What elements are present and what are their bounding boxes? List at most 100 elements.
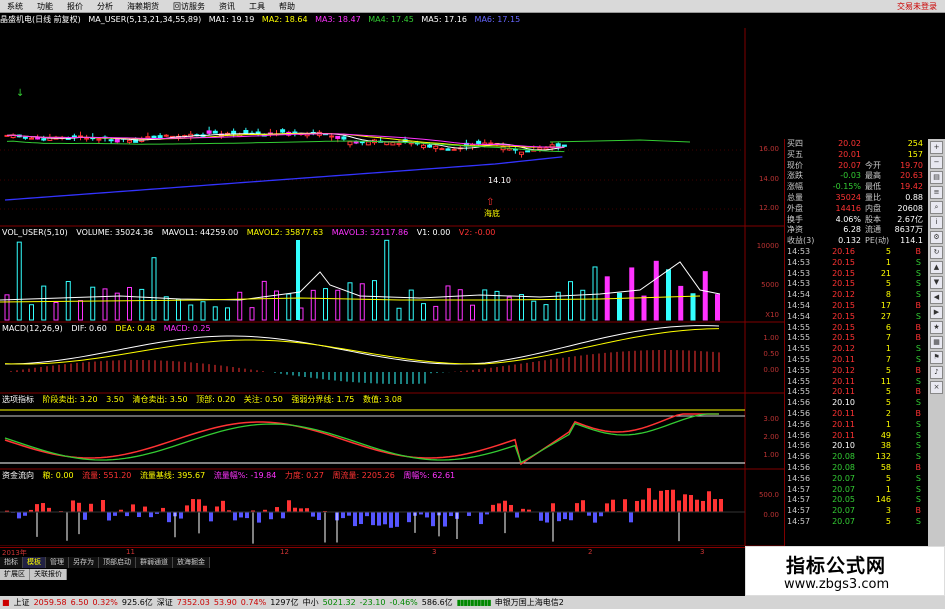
candle-body: [145, 136, 151, 139]
candle-body: [451, 148, 457, 151]
candle-body: [439, 148, 445, 151]
right-icon[interactable]: ▶: [930, 306, 943, 319]
fund-bar: [695, 499, 699, 512]
broker-server[interactable]: 申银万国上海电信2: [495, 597, 564, 608]
zx-label[interactable]: 中小: [303, 597, 319, 608]
tick-volume: 1: [885, 344, 891, 354]
list-icon[interactable]: ≡: [930, 186, 943, 199]
fund-bar: [71, 500, 75, 512]
search-icon[interactable]: ⌕: [930, 201, 943, 214]
candle-body: [445, 148, 451, 151]
volume-bar: [641, 295, 647, 321]
quote-value: 20.01: [838, 149, 861, 159]
fund-bar: [665, 490, 669, 512]
grid-icon[interactable]: ▦: [930, 336, 943, 349]
app-window: 系统 功能 报价 分析 海赖期货 回访服务 资讯 工具 帮助 交易未登录 晶盛机…: [0, 0, 945, 609]
tick-side: S: [915, 398, 921, 408]
selection-title: 选项指标 阶段卖出: 3.20 3.50 清仓卖出: 3.50 顶部: 0.20…: [2, 395, 408, 405]
vol-tick-x10: X10: [765, 311, 779, 319]
volume-bar: [212, 306, 218, 321]
volume-bar: [506, 296, 512, 321]
sh-label[interactable]: 上证: [14, 597, 30, 608]
tick-price: 20.10: [832, 398, 855, 408]
tab-weak-channel[interactable]: 群弱通道: [136, 557, 173, 568]
tick-time: 14:54: [787, 300, 811, 310]
quote-label2: 最低: [865, 182, 881, 192]
fund-bar: [641, 499, 645, 512]
vol-volume: VOLUME: 35024.36: [76, 228, 154, 237]
bell-icon[interactable]: ♪: [930, 366, 943, 379]
volume-bar: [16, 241, 22, 321]
left-icon[interactable]: ◀: [930, 291, 943, 304]
fund-bar: [203, 505, 207, 512]
fund-bar: [581, 500, 585, 512]
down-icon[interactable]: ▼: [930, 276, 943, 289]
fund-bar: [575, 503, 579, 512]
tick-time: 14:56: [787, 398, 811, 408]
tick-time: 14:55: [787, 344, 811, 354]
tick-price: 20.10: [832, 441, 855, 451]
volume-bar: [261, 280, 267, 321]
tab-extension[interactable]: 扩展区: [0, 569, 30, 580]
chart-icon[interactable]: ▤: [930, 171, 943, 184]
tick-volume: 5: [885, 516, 891, 526]
tick-side: B: [915, 506, 922, 516]
sh-pct: 0.32%: [92, 598, 118, 607]
volume-bar: [396, 307, 402, 321]
tick-side: B: [915, 333, 922, 343]
tick-side: S: [915, 354, 921, 364]
tick-side: S: [915, 441, 921, 451]
volume-bar: [617, 292, 622, 321]
tick-side: S: [915, 430, 921, 440]
fund-tick-0: 0.00: [763, 511, 779, 519]
tick-price: 20.12: [832, 365, 855, 375]
flag-icon[interactable]: ⚑: [930, 351, 943, 364]
zoom-in-icon[interactable]: +: [930, 141, 943, 154]
refresh-icon[interactable]: ↻: [930, 246, 943, 259]
tab-indicator[interactable]: 指标: [0, 557, 23, 568]
tab-related-quote[interactable]: 关联报价: [30, 569, 67, 580]
kline-chart-canvas[interactable]: ⇧: [0, 0, 784, 546]
info-icon[interactable]: i: [930, 216, 943, 229]
tick-volume: 5: [885, 398, 891, 408]
volume-bar: [421, 303, 426, 321]
fund-bar: [185, 505, 189, 512]
settings-icon[interactable]: ⚙: [930, 231, 943, 244]
quote-value: -0.15%: [832, 182, 861, 192]
vol-mavol2: MAVOL2: 35877.63: [246, 228, 324, 237]
tab-save-as[interactable]: 另存为: [69, 557, 99, 568]
up-icon[interactable]: ▲: [930, 261, 943, 274]
quote-label: 买四: [787, 139, 803, 148]
quote-value: 20.07: [838, 160, 861, 170]
tick-price: 20.11: [832, 376, 855, 386]
star-icon[interactable]: ★: [930, 321, 943, 334]
tick-row: 14:57 20.05 146 S: [785, 495, 926, 506]
candle-body: [114, 138, 120, 143]
tab-top-start[interactable]: 顶部启动: [99, 557, 136, 568]
tick-list[interactable]: 14:53 20.16 5 B 14:53 20.15 1 S 14:53 20.15 21 S 14:…: [785, 247, 926, 528]
login-status[interactable]: 交易未登录: [897, 0, 937, 13]
bottom-signal-label: 海底: [484, 209, 500, 218]
sz-label[interactable]: 深证: [157, 597, 173, 608]
price-tick-14: 14.00: [758, 175, 779, 183]
tab-sea-gold[interactable]: 放海掘金: [173, 557, 210, 568]
fund-bar: [425, 512, 429, 518]
vol-tick-10000: 10000: [756, 242, 779, 250]
tick-volume: 5: [885, 246, 891, 256]
tab-manage[interactable]: 管理: [46, 557, 69, 568]
tick-price: 20.07: [832, 473, 855, 483]
zoom-out-icon[interactable]: −: [930, 156, 943, 169]
tick-price: 20.12: [832, 290, 855, 300]
tick-side: S: [915, 268, 921, 278]
quote-value: 0.132: [838, 236, 861, 246]
tab-template[interactable]: 模板: [23, 557, 46, 568]
fund-bar: [149, 512, 153, 518]
quote-label2: [861, 150, 887, 161]
tick-volume: 38: [880, 441, 891, 451]
tick-time: 14:54: [787, 290, 811, 300]
quote-row: 买四 20.02 254: [785, 139, 926, 150]
tick-row: 14:56 20.08 132 S: [785, 452, 926, 463]
close-icon[interactable]: ×: [930, 381, 943, 394]
candle-body: [537, 147, 543, 150]
tick-row: 14:55 20.15 7 B: [785, 333, 926, 344]
